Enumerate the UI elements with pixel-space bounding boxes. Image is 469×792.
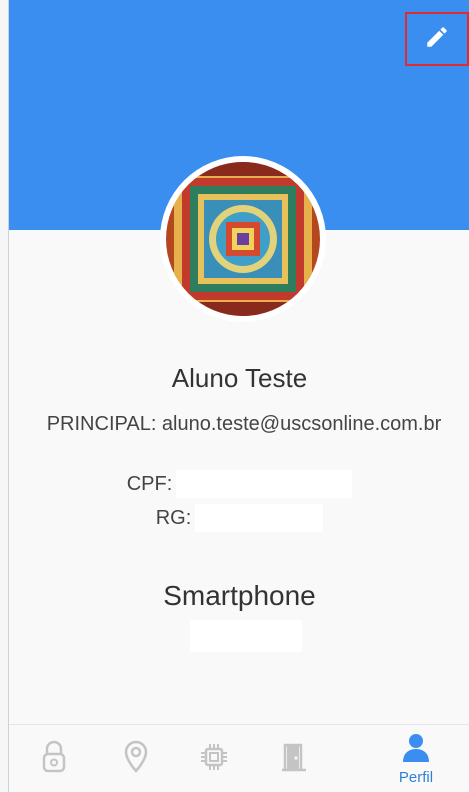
- edit-profile-button[interactable]: [405, 12, 469, 66]
- location-icon: [123, 740, 149, 779]
- nav-item-label: Perfil: [398, 769, 434, 786]
- user-email: PRINCIPAL: aluno.teste@uscsonline.com.br: [46, 413, 442, 435]
- pencil-icon: [424, 24, 450, 55]
- lock-icon: [41, 740, 67, 779]
- user-name: Aluno Teste: [171, 363, 308, 393]
- cpf-value-redacted: [176, 470, 353, 498]
- smartphone-value-redacted: [190, 620, 302, 652]
- smartphone-section-title: Smartphone: [163, 580, 316, 611]
- person-icon: [401, 732, 431, 767]
- rg-row: RG:: [9, 504, 469, 532]
- rg-label: RG:: [155, 506, 192, 529]
- avatar[interactable]: [160, 156, 326, 322]
- nav-item-door[interactable]: [249, 725, 339, 792]
- cpf-label: CPF:: [126, 472, 173, 495]
- rg-value-redacted: [195, 504, 324, 532]
- nav-item-lock[interactable]: [9, 725, 99, 792]
- profile-screen: Aluno Teste PRINCIPAL: aluno.teste@uscso…: [8, 0, 469, 792]
- bottom-nav: Perfil: [9, 724, 469, 792]
- nav-item-location[interactable]: [91, 725, 181, 792]
- door-icon: [281, 742, 307, 777]
- nav-item-chip[interactable]: [169, 725, 259, 792]
- chip-icon: [199, 742, 229, 777]
- cpf-row: CPF:: [9, 470, 469, 498]
- avatar-image: [166, 162, 320, 316]
- nav-item-profile[interactable]: Perfil: [371, 725, 461, 792]
